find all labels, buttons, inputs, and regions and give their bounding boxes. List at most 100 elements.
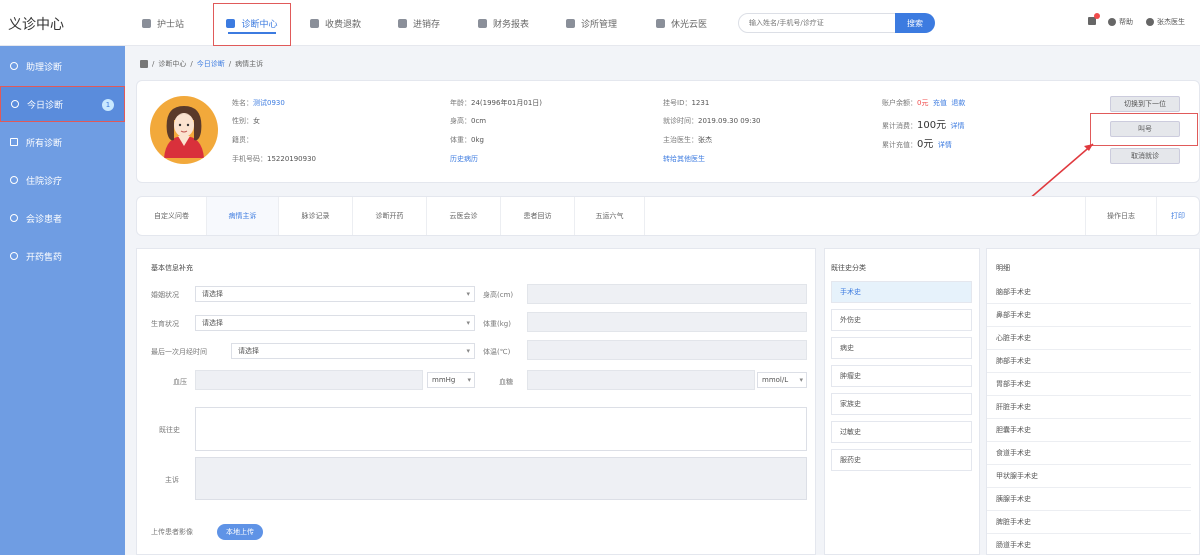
sidebar-item-label: 开药售药 — [26, 252, 63, 263]
inventory-icon — [398, 18, 407, 28]
blood-pressure-label: 血压 — [173, 378, 187, 386]
total-topup-row: 累计充值：0元 详情 — [882, 139, 952, 150]
help-button[interactable]: 帮助 — [1108, 17, 1133, 27]
balance-row: 账户余额：0元 充值 退款 — [882, 99, 966, 107]
fertility-select[interactable]: 请选择 — [195, 315, 475, 331]
breadcrumb-item[interactable]: 诊断中心 — [158, 59, 186, 69]
search-button[interactable]: 搜索 — [895, 13, 935, 33]
tab-chief-complaint[interactable]: 病情主诉 — [207, 197, 279, 235]
category-item[interactable]: 肿瘤史 — [831, 365, 972, 387]
patient-weight-row: 体重：0kg — [450, 136, 484, 144]
category-item[interactable]: 服药史 — [831, 449, 972, 471]
help-icon — [1108, 18, 1116, 26]
blood-sugar-unit-select[interactable]: mmol/L — [757, 372, 807, 388]
nav-item-clinic-management[interactable]: 诊所管理 — [566, 0, 617, 46]
detail-item[interactable]: 心脏手术史 — [987, 327, 1191, 350]
breadcrumb-item[interactable]: 今日诊断 — [197, 59, 225, 69]
nav-item-nurse-station[interactable]: 护士站 — [142, 0, 184, 46]
category-item[interactable]: 手术史 — [831, 281, 972, 303]
patient-height-row: 身高：0cm — [450, 117, 487, 125]
sidebar-item-all-diagnosis[interactable]: 所有诊断 — [0, 124, 125, 160]
sidebar-item-consultation[interactable]: 会诊患者 — [0, 200, 125, 236]
detail-item[interactable]: 肠道手术史 — [987, 534, 1191, 555]
sidebar-item-label: 住院诊疗 — [26, 176, 63, 187]
app-title: 义诊中心 — [8, 17, 64, 33]
height-label: 身高(cm) — [483, 291, 514, 299]
tab-prescribe[interactable]: 诊断开药 — [353, 197, 427, 235]
blood-pressure-unit-select[interactable]: mmHg — [427, 372, 475, 388]
next-patient-button[interactable]: 切换到下一位 — [1110, 96, 1180, 112]
detail-title: 明细 — [996, 264, 1010, 272]
detail-item[interactable]: 胃部手术史 — [987, 373, 1191, 396]
tab-custom-questionnaire[interactable]: 自定义问卷 — [137, 197, 207, 235]
detail-item[interactable]: 脑部手术史 — [987, 281, 1191, 304]
detail-item[interactable]: 肺部手术史 — [987, 350, 1191, 373]
sidebar: 助理诊断 今日诊断 1 所有诊断 住院诊疗 会诊患者 开药售药 — [0, 46, 125, 555]
sidebar-item-inpatient[interactable]: 住院诊疗 — [0, 162, 125, 198]
search-input[interactable] — [738, 13, 898, 33]
pill-icon — [10, 252, 18, 260]
call-number-button[interactable]: 叫号 — [1110, 121, 1180, 137]
nav-label: 收费退款 — [325, 19, 362, 30]
patient-name[interactable]: 测试0930 — [253, 99, 285, 107]
print-button[interactable]: 打印 — [1157, 197, 1199, 235]
history-record-link[interactable]: 历史病历 — [450, 154, 478, 164]
category-item[interactable]: 外伤史 — [831, 309, 972, 331]
weight-input[interactable] — [527, 312, 807, 332]
assist-icon — [10, 62, 18, 70]
upload-images-label: 上传患者影像 — [151, 528, 193, 536]
tab-followup[interactable]: 患者回访 — [501, 197, 575, 235]
visit-time-row: 就诊时间：2019.09.30 09:30 — [663, 117, 761, 125]
user-menu[interactable]: 张杰医生 — [1146, 17, 1185, 27]
marital-select[interactable]: 请选择 — [195, 286, 475, 302]
detail-item[interactable]: 胆囊手术史 — [987, 419, 1191, 442]
section-title: 基本信息补充 — [151, 264, 193, 272]
detail-item[interactable]: 脾脏手术史 — [987, 511, 1191, 534]
nav-item-cloud-doctor[interactable]: 休光云医 — [656, 0, 707, 46]
refund-link[interactable]: 退款 — [951, 99, 965, 107]
finance-icon — [478, 18, 487, 28]
tab-pulse-record[interactable]: 脉诊记录 — [279, 197, 353, 235]
transfer-doctor-link[interactable]: 转给其他医生 — [663, 154, 705, 164]
height-input[interactable] — [527, 284, 807, 304]
recharge-link[interactable]: 充值 — [933, 99, 947, 107]
sidebar-item-assist-diagnosis[interactable]: 助理诊断 — [0, 48, 125, 84]
tab-five-elements[interactable]: 五运六气 — [575, 197, 645, 235]
help-label: 帮助 — [1119, 18, 1133, 26]
nav-item-billing[interactable]: 收费退款 — [310, 0, 361, 46]
sidebar-item-label: 所有诊断 — [26, 138, 63, 149]
sidebar-item-prescribe[interactable]: 开药售药 — [0, 238, 125, 274]
nav-label: 诊所管理 — [581, 19, 618, 30]
blood-sugar-input[interactable] — [527, 370, 755, 390]
detail-item[interactable]: 食道手术史 — [987, 442, 1191, 465]
tab-cloud-consult[interactable]: 云医会诊 — [427, 197, 501, 235]
category-item[interactable]: 病史 — [831, 337, 972, 359]
nav-label: 财务报表 — [493, 19, 530, 30]
sidebar-item-today-diagnosis[interactable]: 今日诊断 1 — [0, 86, 125, 122]
local-upload-button[interactable]: 本地上传 — [217, 524, 263, 540]
chief-complaint-textarea[interactable] — [195, 457, 807, 500]
consume-detail-link[interactable]: 详情 — [951, 122, 965, 130]
home-icon[interactable] — [140, 60, 148, 68]
cancel-visit-button[interactable]: 取消就诊 — [1110, 148, 1180, 164]
detail-item[interactable]: 鼻部手术史 — [987, 304, 1191, 327]
user-icon — [1146, 18, 1154, 26]
detail-item[interactable]: 肝脏手术史 — [987, 396, 1191, 419]
message-button[interactable] — [1088, 13, 1100, 25]
patient-name-row: 姓名：测试0930 — [232, 99, 285, 107]
patient-phone-row: 手机号码：15220190930 — [232, 155, 316, 163]
past-history-textarea[interactable] — [195, 407, 807, 451]
blood-pressure-input[interactable] — [195, 370, 423, 390]
category-item[interactable]: 过敏史 — [831, 421, 972, 443]
detail-item[interactable]: 甲状腺手术史 — [987, 465, 1191, 488]
topup-detail-link[interactable]: 详情 — [938, 141, 952, 149]
menses-select[interactable]: 请选择 — [231, 343, 475, 359]
nav-item-inventory[interactable]: 进销存 — [398, 0, 440, 46]
sidebar-item-label: 今日诊断 — [27, 100, 64, 111]
detail-item[interactable]: 胰腺手术史 — [987, 488, 1191, 511]
nav-item-finance[interactable]: 财务报表 — [478, 0, 529, 46]
temperature-input[interactable] — [527, 340, 807, 360]
temperature-label: 体温(℃) — [483, 348, 511, 356]
category-item[interactable]: 家族史 — [831, 393, 972, 415]
operation-log-button[interactable]: 操作日志 — [1085, 197, 1157, 235]
